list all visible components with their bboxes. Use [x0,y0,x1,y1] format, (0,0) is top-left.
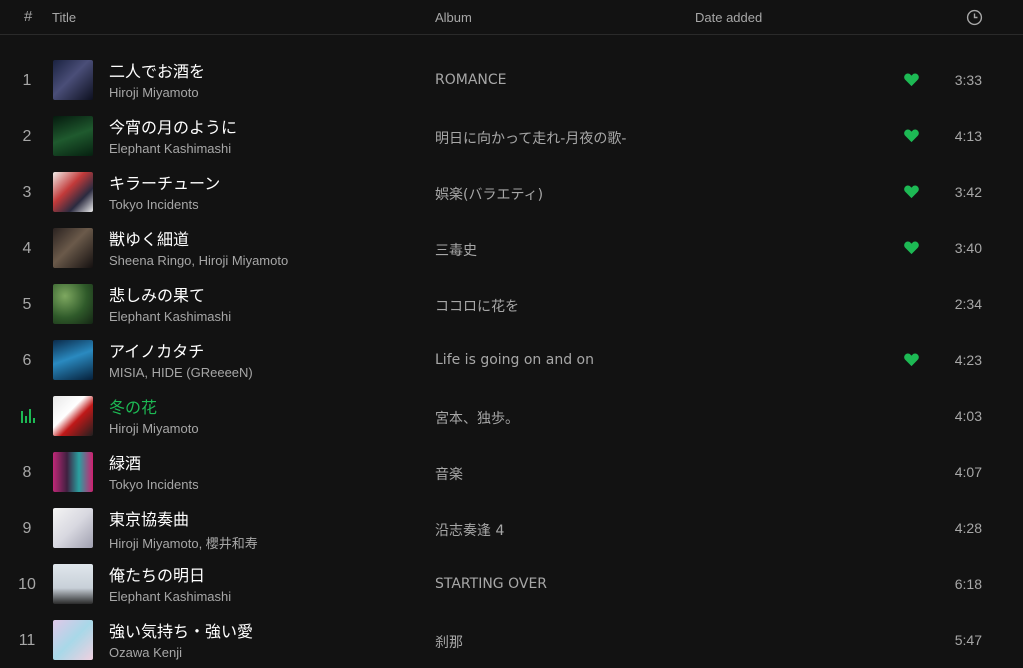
track-number: 9 [22,520,32,537]
track-artist[interactable]: MISIA, HIDE (GReeeeN) [109,365,253,380]
track-duration: 5:47 [954,632,982,648]
header-date-added[interactable]: Date added [695,10,762,25]
liked-heart-icon[interactable] [903,71,920,88]
track-artist[interactable]: Tokyo Incidents [109,197,199,212]
track-title[interactable]: キラーチューン [109,170,220,194]
album-art [53,452,93,492]
track-number: 10 [18,576,36,593]
album-art [53,116,93,156]
track-album[interactable]: 沿志奏逢 4 [435,520,504,540]
track-number: 1 [22,72,32,89]
track-album[interactable]: 明日に向かって走れ-月夜の歌- [435,128,626,148]
track-title[interactable]: 悲しみの果て [109,282,205,306]
album-art [53,340,93,380]
track-title[interactable]: 東京協奏曲 [109,506,189,530]
album-art [53,508,93,548]
track-row[interactable]: 4 獣ゆく細道 Sheena Ringo, Hiroji Miyamoto 三毒… [0,220,1023,276]
track-row[interactable]: 8 緑酒 Tokyo Incidents 音楽 4:07 [0,444,1023,500]
track-duration: 3:42 [954,184,982,200]
track-album[interactable]: Life is going on and on [435,352,594,368]
liked-heart-icon[interactable] [903,127,920,144]
album-art [53,564,93,604]
track-duration: 4:23 [954,352,982,368]
track-title[interactable]: 獣ゆく細道 [109,226,189,250]
album-art [53,172,93,212]
track-artist[interactable]: Elephant Kashimashi [109,309,231,324]
track-album[interactable]: 娯楽(バラエティ) [435,184,543,204]
track-artist[interactable]: Hiroji Miyamoto [109,421,199,436]
track-title[interactable]: 二人でお酒を [109,58,205,82]
track-row[interactable]: 10 俺たちの明日 Elephant Kashimashi STARTING O… [0,556,1023,612]
clock-icon[interactable] [966,9,983,26]
track-album[interactable]: 音楽 [435,464,463,484]
track-row[interactable]: 冬の花 Hiroji Miyamoto 宮本、独歩。 4:03 [0,388,1023,444]
track-album[interactable]: ROMANCE [435,72,507,88]
track-title[interactable]: 冬の花 [109,394,157,418]
header-number: # [24,8,33,25]
track-number: 5 [22,296,32,313]
track-duration: 4:28 [954,520,982,536]
track-artist[interactable]: Hiroji Miyamoto [109,85,199,100]
album-art [53,620,93,660]
track-row[interactable]: 6 アイノカタチ MISIA, HIDE (GReeeeN) Life is g… [0,332,1023,388]
track-album[interactable]: 刹那 [435,632,463,652]
track-number: 4 [22,240,32,257]
header-title[interactable]: Title [52,10,76,25]
tracklist: 1 二人でお酒を Hiroji Miyamoto ROMANCE 3:33 2 … [0,52,1023,668]
track-duration: 6:18 [954,576,982,592]
album-art [53,228,93,268]
track-row[interactable]: 2 今宵の月のように Elephant Kashimashi 明日に向かって走れ… [0,108,1023,164]
track-row[interactable]: 5 悲しみの果て Elephant Kashimashi ココロに花を 2:34 [0,276,1023,332]
track-number: 2 [22,128,32,145]
track-row[interactable]: 9 東京協奏曲 Hiroji Miyamoto, 櫻井和寿 沿志奏逢 4 4:2… [0,500,1023,556]
track-album[interactable]: 宮本、独歩。 [435,408,519,428]
track-artist[interactable]: Sheena Ringo, Hiroji Miyamoto [109,253,288,268]
track-title[interactable]: 強い気持ち・強い愛 [109,618,253,642]
track-duration: 4:03 [954,408,982,424]
track-row[interactable]: 11 強い気持ち・強い愛 Ozawa Kenji 刹那 5:47 [0,612,1023,668]
track-artist[interactable]: Elephant Kashimashi [109,589,231,604]
track-title[interactable]: アイノカタチ [109,338,204,362]
album-art [53,284,93,324]
track-artist[interactable]: Elephant Kashimashi [109,141,231,156]
album-art [53,60,93,100]
now-playing-equalizer-icon [20,407,36,423]
album-art [53,396,93,436]
liked-heart-icon[interactable] [903,351,920,368]
track-duration: 3:40 [954,240,982,256]
track-album[interactable]: STARTING OVER [435,576,547,592]
track-artist[interactable]: Hiroji Miyamoto, 櫻井和寿 [109,533,258,552]
track-title[interactable]: 俺たちの明日 [109,562,205,586]
track-number: 11 [18,632,36,649]
track-number: 8 [22,464,32,481]
track-row[interactable]: 3 キラーチューン Tokyo Incidents 娯楽(バラエティ) 3:42 [0,164,1023,220]
track-duration: 2:34 [954,296,982,312]
tracklist-header: # Title Album Date added [0,0,1023,35]
track-number: 6 [22,352,32,369]
header-album[interactable]: Album [435,10,472,25]
track-artist[interactable]: Tokyo Incidents [109,477,199,492]
track-artist[interactable]: Ozawa Kenji [109,645,182,660]
track-album[interactable]: 三毒史 [435,240,477,260]
track-duration: 4:13 [954,128,982,144]
track-album[interactable]: ココロに花を [435,296,519,316]
track-row[interactable]: 1 二人でお酒を Hiroji Miyamoto ROMANCE 3:33 [0,52,1023,108]
liked-heart-icon[interactable] [903,239,920,256]
track-title[interactable]: 緑酒 [109,450,141,474]
track-duration: 4:07 [954,464,982,480]
liked-heart-icon[interactable] [903,183,920,200]
track-duration: 3:33 [954,72,982,88]
track-title[interactable]: 今宵の月のように [109,114,237,138]
track-number: 3 [22,184,32,201]
